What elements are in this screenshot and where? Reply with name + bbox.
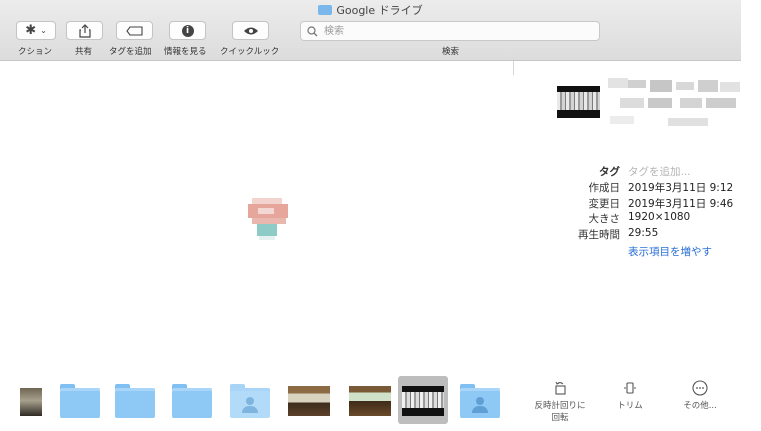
file-preview-icon xyxy=(248,194,290,246)
window-title-text: Google ドライブ xyxy=(336,4,423,17)
share-icon xyxy=(78,23,91,38)
window-title: Google ドライブ xyxy=(0,2,741,17)
trim-button[interactable]: トリム xyxy=(600,380,660,412)
filmstrip-item-video[interactable] xyxy=(288,380,330,420)
filmstrip-item-shared-folder[interactable] xyxy=(460,380,502,420)
folder-icon xyxy=(318,5,333,15)
shared-folder-icon xyxy=(460,384,500,418)
filmstrip-item-folder[interactable] xyxy=(172,380,214,420)
gear-icon: ✱ xyxy=(25,23,37,38)
created-value: 2019年3月11日 9:12 xyxy=(628,182,734,194)
share-button[interactable] xyxy=(66,21,103,40)
modified-key: 変更日 xyxy=(588,198,621,210)
trim-label: トリム xyxy=(617,401,643,411)
ellipsis-icon xyxy=(692,380,708,396)
filmstrip-item-video-selected[interactable] xyxy=(402,380,444,420)
quicklook-label: クイックルック xyxy=(220,47,280,57)
add-tag-label: タグを追加 xyxy=(109,47,152,57)
folder-icon xyxy=(60,384,100,418)
trim-icon xyxy=(624,382,636,394)
rotate-left-label: 反時計回りに回転 xyxy=(534,401,586,423)
modified-value: 2019年3月11日 9:46 xyxy=(628,198,734,210)
tags-input[interactable]: タグを追加... xyxy=(628,164,691,179)
add-tag-button[interactable] xyxy=(116,21,153,40)
filmstrip-item-photo[interactable] xyxy=(20,380,42,420)
info-icon: i xyxy=(181,24,194,37)
more-label: その他... xyxy=(683,401,717,411)
file-thumbnail xyxy=(557,86,600,118)
show-more-link[interactable]: 表示項目を増やす xyxy=(628,244,712,259)
action-button[interactable]: ✱ ⌄ xyxy=(16,21,56,40)
tag-icon xyxy=(125,25,143,36)
search-input[interactable] xyxy=(322,24,586,38)
rotate-left-button[interactable]: 反時計回りに回転 xyxy=(530,380,590,424)
search-field[interactable] xyxy=(300,21,600,41)
info-button[interactable]: i xyxy=(169,21,206,40)
info-label: 情報を見る xyxy=(164,47,207,57)
folder-icon xyxy=(172,384,212,418)
duration-key: 再生時間 xyxy=(578,229,620,241)
eye-icon xyxy=(243,27,258,34)
rotate-left-icon xyxy=(555,381,566,395)
filmstrip-item-folder[interactable] xyxy=(115,380,157,420)
created-key: 作成日 xyxy=(588,182,621,194)
search-label: 検索 xyxy=(442,47,460,57)
share-label: 共有 xyxy=(75,47,93,57)
tags-key: タグ xyxy=(599,166,620,178)
pane-divider xyxy=(513,61,514,75)
duration-value: 29:55 xyxy=(628,227,659,239)
filmstrip-item-video[interactable] xyxy=(349,380,391,420)
dimensions-value: 1920×1080 xyxy=(628,211,691,223)
search-icon xyxy=(307,25,318,36)
shared-folder-icon xyxy=(230,384,270,418)
quicklook-button[interactable] xyxy=(232,21,269,40)
action-label: クション xyxy=(18,47,53,57)
filmstrip-item-folder[interactable] xyxy=(60,380,102,420)
folder-icon xyxy=(115,384,155,418)
dimensions-key: 大きさ xyxy=(588,213,621,225)
more-button[interactable]: その他... xyxy=(670,380,730,412)
finder-toolbar: Google ドライブ ✱ ⌄ クション 共有 タグを追加 i 情報を見る クイ… xyxy=(0,0,741,61)
filmstrip-item-shared-folder[interactable] xyxy=(230,380,272,420)
chevron-down-icon: ⌄ xyxy=(40,26,47,35)
